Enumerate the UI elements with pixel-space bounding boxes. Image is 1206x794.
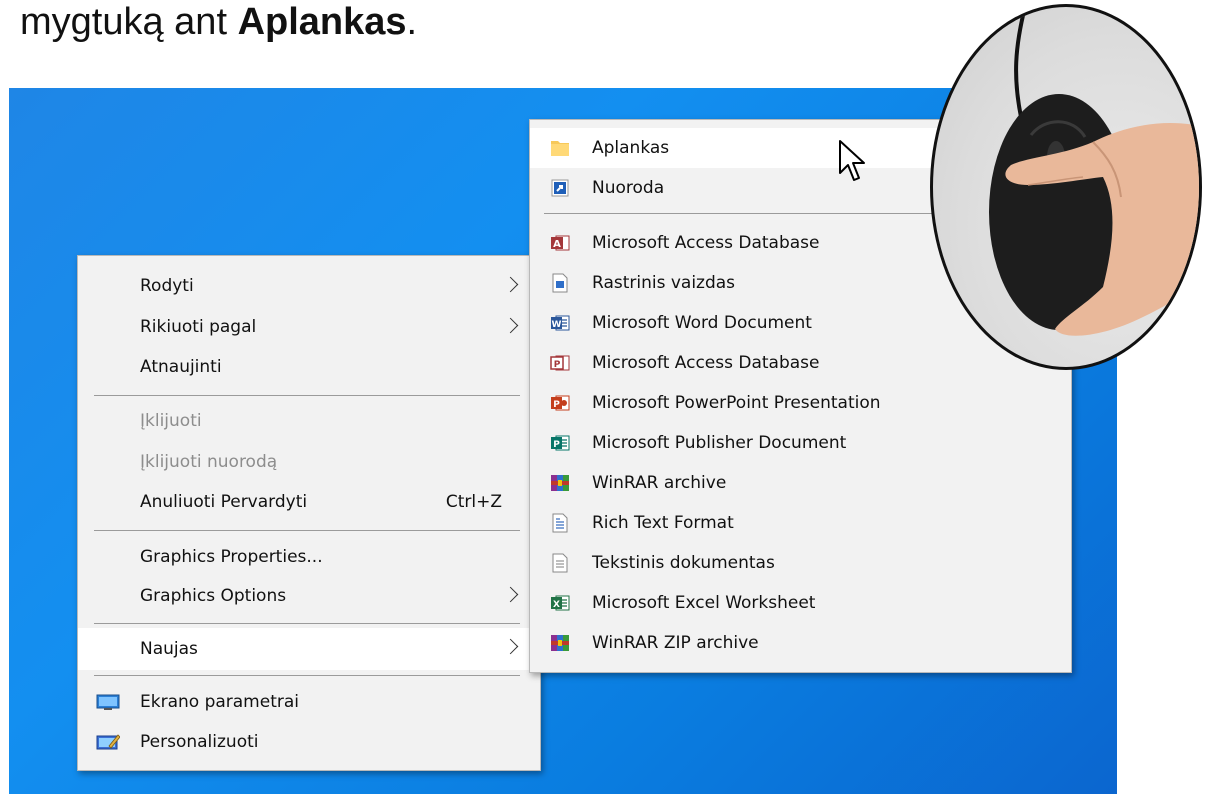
shortcut-icon [551, 179, 569, 197]
caption-bold: Aplankas [237, 1, 407, 43]
powerpoint-icon: P [551, 395, 570, 411]
menu-item-label: Graphics Options [140, 586, 287, 606]
folder-icon [551, 141, 569, 156]
menu-item-paste-shortcut: Įklijuoti nuorodą [78, 442, 540, 482]
winrar-icon [551, 475, 569, 491]
submenu-item-publisher[interactable]: P Microsoft Publisher Document [530, 423, 1071, 463]
chevron-right-icon [502, 276, 519, 293]
desktop-context-menu: Rodyti Rikiuoti pagal Atnaujinti Įklijuo… [77, 255, 541, 771]
display-icon [96, 694, 120, 710]
chevron-right-icon [502, 638, 519, 655]
menu-item-refresh[interactable]: Atnaujinti [78, 347, 540, 387]
submenu-item-label: Tekstinis dokumentas [592, 553, 775, 573]
submenu-item-excel-worksheet[interactable]: X Microsoft Excel Worksheet [530, 583, 1071, 623]
instruction-caption: mygtuką ant Aplankas. [20, 0, 417, 50]
submenu-item-powerpoint[interactable]: P Microsoft PowerPoint Presentation [530, 383, 1071, 423]
menu-item-graphics-properties[interactable]: Graphics Properties... [78, 537, 540, 577]
submenu-item-label: Aplankas [592, 138, 670, 158]
submenu-item-rich-text[interactable]: Rich Text Format [530, 503, 1071, 543]
access-icon: A [551, 235, 570, 251]
personalize-icon [96, 734, 120, 750]
mouse-pointer-icon [839, 140, 865, 181]
winrar-zip-icon [551, 635, 569, 651]
menu-separator [94, 395, 520, 396]
submenu-item-label: Rastrinis vaizdas [592, 273, 736, 293]
submenu-item-label: WinRAR archive [592, 473, 727, 493]
menu-item-view[interactable]: Rodyti [78, 266, 540, 306]
submenu-item-access-database-2[interactable]: P Microsoft Access Database [530, 343, 1071, 383]
menu-item-display-settings[interactable]: Ekrano parametrai [78, 682, 540, 722]
menu-item-paste: Įklijuoti [78, 401, 540, 441]
menu-separator [94, 530, 520, 531]
menu-item-label: Ekrano parametrai [140, 692, 300, 712]
menu-separator [94, 623, 520, 624]
submenu-item-label: WinRAR ZIP archive [592, 633, 759, 653]
menu-item-graphics-options[interactable]: Graphics Options [78, 576, 540, 616]
hand-on-mouse-illustration [989, 7, 1199, 336]
text-document-icon [552, 553, 568, 573]
menu-separator [94, 675, 520, 676]
word-icon: W [551, 315, 570, 331]
menu-item-label: Rodyti [140, 276, 194, 296]
svg-text:X: X [553, 600, 560, 610]
svg-text:P: P [553, 400, 560, 410]
svg-text:P: P [554, 360, 561, 370]
menu-item-label: Rikiuoti pagal [140, 317, 257, 337]
menu-item-label: Anuliuoti Pervardyti [140, 492, 308, 512]
submenu-item-label: Microsoft Publisher Document [592, 433, 847, 453]
shortcut-text: Ctrl+Z [445, 492, 502, 512]
submenu-item-label: Nuoroda [592, 178, 665, 198]
menu-item-sort-by[interactable]: Rikiuoti pagal [78, 307, 540, 347]
menu-item-label: Įklijuoti nuorodą [140, 452, 278, 472]
chevron-right-icon [502, 317, 519, 334]
svg-text:A: A [553, 239, 561, 250]
submenu-item-label: Microsoft Access Database [592, 353, 820, 373]
menu-item-label: Atnaujinti [140, 357, 222, 377]
publisher-icon: P [551, 435, 570, 451]
submenu-item-label: Rich Text Format [592, 513, 734, 533]
chevron-right-icon [502, 586, 519, 603]
submenu-item-label: Microsoft Excel Worksheet [592, 593, 816, 613]
submenu-item-winrar-zip[interactable]: WinRAR ZIP archive [530, 623, 1071, 663]
menu-item-undo-rename[interactable]: Anuliuoti Pervardyti Ctrl+Z [78, 482, 540, 522]
svg-text:P: P [553, 440, 560, 450]
submenu-item-label: Microsoft Word Document [592, 313, 812, 333]
submenu-item-winrar-archive[interactable]: WinRAR archive [530, 463, 1071, 503]
excel-icon: X [551, 595, 570, 611]
bitmap-icon [552, 273, 568, 293]
menu-item-new[interactable]: Naujas [78, 628, 540, 670]
menu-item-label: Naujas [140, 639, 198, 659]
access-icon: P [550, 355, 570, 371]
submenu-item-label: Microsoft Access Database [592, 233, 820, 253]
caption-suffix: . [406, 1, 418, 43]
caption-prefix: mygtuką ant [20, 1, 238, 43]
menu-item-personalize[interactable]: Personalizuoti [78, 722, 540, 762]
mouse-click-photo [930, 4, 1202, 370]
menu-item-label: Graphics Properties... [140, 547, 323, 567]
submenu-item-label: Microsoft PowerPoint Presentation [592, 393, 881, 413]
submenu-item-text-document[interactable]: Tekstinis dokumentas [530, 543, 1071, 583]
rtf-icon [552, 513, 568, 533]
menu-item-label: Personalizuoti [140, 732, 259, 752]
svg-text:W: W [552, 320, 562, 330]
menu-item-label: Įklijuoti [140, 411, 202, 431]
